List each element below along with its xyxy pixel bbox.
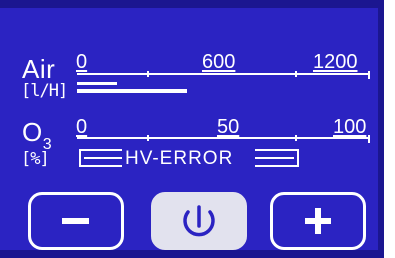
power-icon [183, 205, 215, 237]
plus-icon [305, 208, 331, 234]
air-flow-bar-upper [77, 82, 117, 85]
increase-button[interactable] [270, 192, 366, 250]
power-button[interactable] [151, 192, 247, 250]
minus-icon [62, 218, 89, 224]
air-flow-bar [77, 89, 187, 93]
display-screen: Air [l/H] 0 600 1200 O3 [%] 0 50 100 HV-… [0, 0, 384, 258]
decrease-button[interactable] [28, 192, 124, 250]
ozone-error-frame [79, 149, 299, 167]
